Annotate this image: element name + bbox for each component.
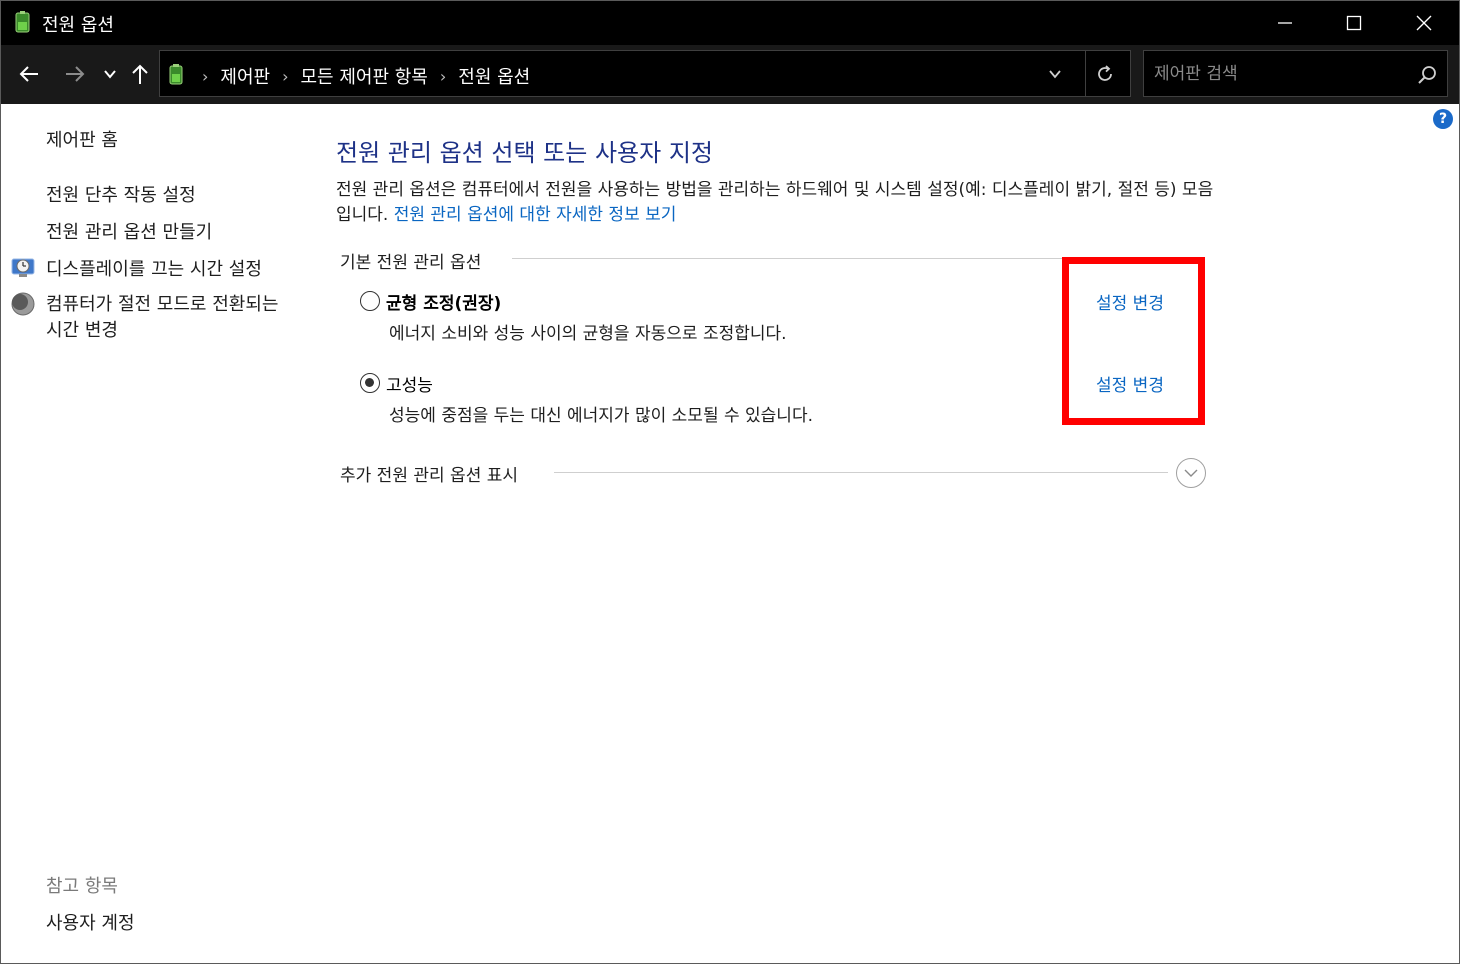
moon-icon xyxy=(11,292,35,316)
up-button[interactable] xyxy=(125,59,155,89)
address-history-button[interactable] xyxy=(1044,63,1066,85)
window-border xyxy=(0,0,1460,964)
breadcrumb-item-control-panel[interactable]: 제어판 xyxy=(220,63,270,89)
plan-name-balanced[interactable]: 균형 조정(권장) xyxy=(386,289,501,314)
plan-description-balanced: 에너지 소비와 성능 사이의 균형을 자동으로 조정합니다. xyxy=(389,324,787,344)
sidebar-item-sleep-time[interactable]: 컴퓨터가 절전 모드로 전환되는 시간 변경 xyxy=(46,292,296,344)
breadcrumb: › 제어판 › 모든 제어판 항목 › 전원 옵션 xyxy=(190,63,530,89)
arrow-left-icon xyxy=(19,66,38,82)
window-title: 전원 옵션 xyxy=(42,15,114,36)
search-icon xyxy=(1418,66,1436,84)
forward-button[interactable] xyxy=(60,59,90,89)
close-icon xyxy=(1416,15,1432,30)
breadcrumb-separator-icon: › xyxy=(439,66,447,86)
arrow-up-icon xyxy=(132,64,148,84)
plan-name-high-performance[interactable]: 고성능 xyxy=(386,371,433,396)
help-button[interactable]: ? xyxy=(1433,109,1453,129)
close-button[interactable] xyxy=(1389,0,1459,45)
recent-locations-button[interactable] xyxy=(95,59,125,89)
breadcrumb-separator-icon: › xyxy=(282,66,289,86)
maximize-button[interactable] xyxy=(1319,0,1389,45)
show-additional-plans-label[interactable]: 추가 전원 관리 옵션 표시 xyxy=(340,461,518,486)
more-info-link[interactable]: 전원 관리 옵션에 대한 자세한 정보 보기 xyxy=(394,205,677,225)
title-bar: 전원 옵션 xyxy=(0,0,1460,45)
address-bar[interactable]: › 제어판 › 모든 제어판 항목 › 전원 옵션 xyxy=(159,50,1131,97)
power-options-icon xyxy=(15,11,30,33)
address-divider xyxy=(1085,51,1086,96)
breadcrumb-separator-icon: › xyxy=(202,66,209,86)
navigation-bar: › 제어판 › 모든 제어판 항목 › 전원 옵션 xyxy=(0,45,1460,104)
plan-radio-high-performance[interactable] xyxy=(360,373,380,393)
search-input[interactable] xyxy=(1154,61,1404,87)
page-title: 전원 관리 옵션 선택 또는 사용자 지정 xyxy=(336,139,713,167)
sidebar-item-display-off-time[interactable]: 디스플레이를 끄는 시간 설정 xyxy=(46,255,262,281)
breadcrumb-item-all-items[interactable]: 모든 제어판 항목 xyxy=(301,63,428,89)
minimize-button[interactable] xyxy=(1250,0,1320,45)
refresh-button[interactable] xyxy=(1092,61,1118,87)
chevron-down-icon xyxy=(1184,469,1198,477)
search-box[interactable] xyxy=(1143,50,1448,97)
power-options-icon xyxy=(169,64,183,85)
plan-description-high-performance: 성능에 중점을 두는 대신 에너지가 많이 소모될 수 있습니다. xyxy=(389,406,813,426)
preferred-plans-heading: 기본 전원 관리 옵션 xyxy=(340,253,482,273)
breadcrumb-item-power-options[interactable]: 전원 옵션 xyxy=(458,63,530,89)
chevron-down-icon xyxy=(104,70,116,79)
plan-radio-balanced[interactable] xyxy=(360,291,380,311)
arrow-right-icon xyxy=(66,66,85,82)
sidebar-item-control-panel-home[interactable]: 제어판 홈 xyxy=(46,126,118,152)
refresh-icon xyxy=(1098,65,1112,81)
see-also-heading: 참고 항목 xyxy=(46,876,118,897)
page-description: 전원 관리 옵션은 컴퓨터에서 전원을 사용하는 방법을 관리하는 하드웨어 및… xyxy=(336,178,1216,228)
display-clock-icon xyxy=(11,258,35,277)
sidebar-item-power-button-settings[interactable]: 전원 단추 작동 설정 xyxy=(46,181,196,207)
maximize-icon xyxy=(1346,15,1362,30)
chevron-down-icon xyxy=(1049,70,1061,79)
back-button[interactable] xyxy=(14,59,44,89)
additional-plans-divider xyxy=(554,472,1168,473)
minimize-icon xyxy=(1278,21,1292,24)
sidebar-item-create-power-plan[interactable]: 전원 관리 옵션 만들기 xyxy=(46,218,212,244)
expand-additional-plans-button[interactable] xyxy=(1176,458,1206,488)
sidebar-item-user-accounts[interactable]: 사용자 계정 xyxy=(46,909,135,935)
highlight-box xyxy=(1062,257,1205,425)
